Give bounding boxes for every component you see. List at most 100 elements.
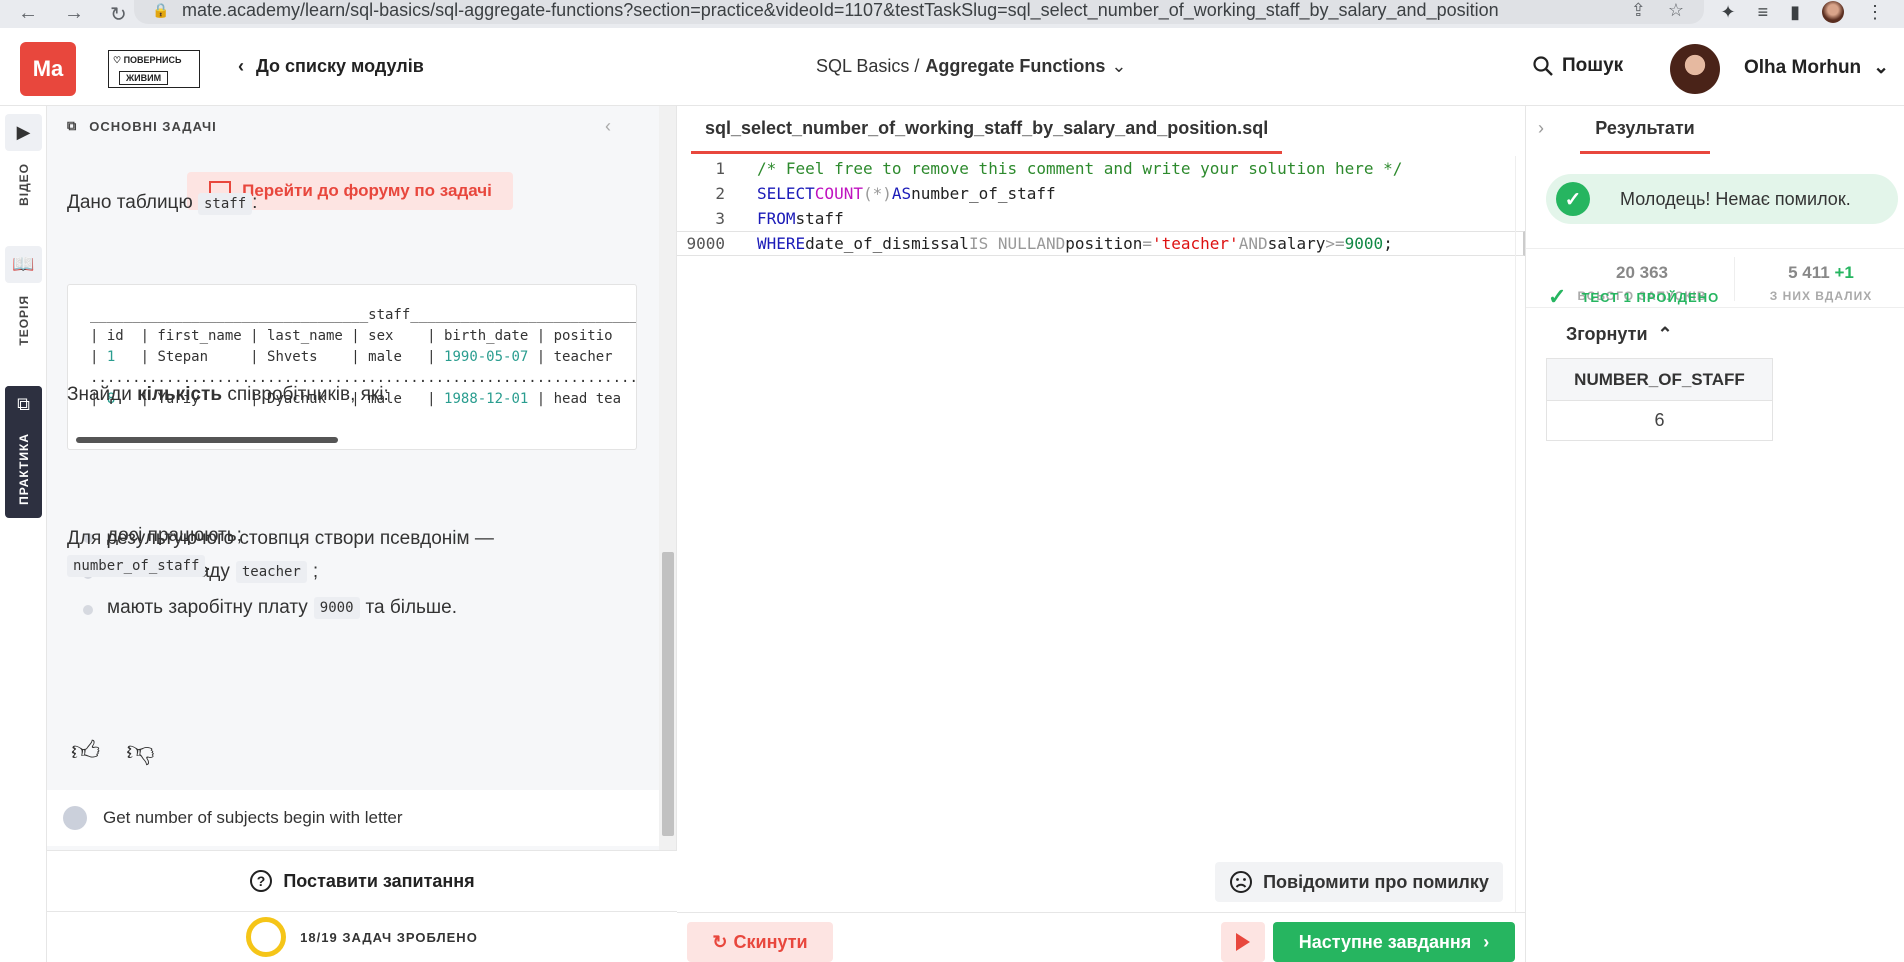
ask-question-button[interactable]: ? Поставити запитання (47, 850, 677, 912)
test-passed: ✓ ТЕСТ 1 ПРОЙДЕНО (1548, 284, 1719, 310)
breadcrumb[interactable]: SQL Basics / Aggregate Functions ⌄ (816, 56, 1126, 77)
rail-video[interactable]: ▶ ВІДЕО (5, 114, 42, 206)
heart-icon: ♡ ПОВЕРНИСЬ (113, 55, 182, 65)
reset-label: Скинути (733, 931, 808, 952)
user-menu[interactable]: Olha Morhun ⌄ (1744, 56, 1889, 79)
chevron-right-icon: › (1483, 931, 1490, 952)
kw-and: AND (1238, 234, 1268, 253)
num-9000: 9000 (1344, 234, 1384, 253)
run-button[interactable] (1221, 922, 1265, 962)
thumbs-down-icon[interactable]: 👎︎ (126, 734, 154, 768)
tab-results[interactable]: Результати (1580, 106, 1710, 154)
scrollbar-thumb[interactable] (662, 552, 674, 836)
extensions-area: ✦ ≡ ▮ ⋮ (1720, 0, 1884, 24)
search-button[interactable]: Пошук (1532, 55, 1623, 77)
code-line[interactable]: 1 /* Feel free to remove this comment and… (677, 156, 1525, 181)
file-tab[interactable]: sql_select_number_of_working_staff_by_sa… (691, 106, 1283, 154)
given-prefix: Дано таблицю (67, 192, 193, 213)
povernys-zhyvym-badge[interactable]: ♡ ПОВЕРНИСЬ ЖИВИМ (108, 50, 200, 88)
row1-date: 1990-05-07 (444, 349, 529, 365)
rail-practice[interactable]: ⧉ ПРАКТИКА (5, 386, 42, 518)
forum-label: Перейти до форуму по задачі (242, 181, 492, 200)
next-task-item[interactable]: Get number of subjects begin with letter (47, 790, 659, 846)
col-position: position (1065, 234, 1143, 253)
thumbs-up-icon[interactable]: 👍︎ (71, 734, 100, 768)
task-status-icon (63, 806, 87, 830)
star-icon[interactable]: ☆ (1668, 0, 1684, 21)
given-text: Дано таблицю staff: (67, 192, 258, 215)
task-scrollbar[interactable] (659, 106, 676, 850)
browser-nav: ← → ↻ (0, 2, 134, 27)
editor-footer: ↻ Скинути Наступне завдання › (677, 912, 1525, 962)
results-panel: › Результати ✓ Молодець! Немає помилок. … (1525, 106, 1904, 962)
breadcrumb-module: Aggregate Functions (925, 56, 1106, 76)
reset-button[interactable]: ↻ Скинути (687, 922, 833, 962)
forward-arrow-icon[interactable]: → (64, 2, 84, 27)
address-bar[interactable]: 🔒 mate.academy/learn/sql-basics/sql-aggr… (134, 0, 1704, 24)
lock-icon[interactable]: 🔒 (152, 2, 169, 18)
check-circle-icon: ✓ (1556, 182, 1590, 216)
editor-scrollbar[interactable] (1515, 156, 1525, 912)
play-icon (1236, 933, 1250, 951)
kw-isnull: IS NULL (968, 234, 1037, 253)
profile-avatar-icon[interactable] (1822, 1, 1844, 23)
code-area[interactable]: 1 /* Feel free to remove this comment and… (677, 156, 1525, 256)
chevron-left-icon: ‹ (238, 56, 244, 76)
collapse-label: Згорнути (1566, 324, 1648, 344)
staff-table-preview[interactable]: _________________________________staff__… (67, 284, 637, 450)
url-text[interactable]: mate.academy/learn/sql-basics/sql-aggreg… (182, 0, 1499, 21)
extensions-icon[interactable]: ✦ (1720, 2, 1735, 23)
given-suffix: : (252, 192, 258, 213)
horizontal-scrollbar[interactable] (76, 437, 338, 443)
alias-text: Для результуючого стовпця створи псевдон… (67, 526, 494, 579)
next-task-label: Get number of subjects begin with letter (103, 808, 403, 827)
fn-args: (*) (862, 184, 892, 203)
code-comment: /* Feel free to remove this comment and … (757, 159, 1403, 178)
table-row: NUMBER_OF_STAFF (1546, 358, 1773, 401)
chevron-down-icon: ⌄ (1111, 56, 1127, 76)
back-arrow-icon[interactable]: ← (18, 2, 38, 27)
next-label: Наступне завдання (1298, 931, 1472, 952)
logo[interactable]: Ma (20, 42, 76, 96)
reload-icon[interactable]: ↻ (110, 2, 127, 27)
menu-dots-icon[interactable]: ⋮ (1866, 2, 1884, 23)
back-to-modules-link[interactable]: ‹ До списку модулів (238, 56, 424, 77)
collapse-button[interactable]: Згорнути ⌃ (1566, 324, 1673, 345)
feedback-buttons: 👍︎ 👎︎ (71, 734, 155, 768)
code-line[interactable]: 9000 WHERE date_of_dismissal IS NULL AND … (677, 231, 1525, 256)
book-icon: 📖 (5, 246, 42, 283)
code-line[interactable]: 3 FROM staff (677, 206, 1525, 231)
stat-successful: 5 411 +1 З НИХ ВДАЛИХ (1746, 263, 1896, 303)
report-error-button[interactable]: Повідомити про помилку (1215, 862, 1503, 902)
find-bold: кількість (137, 384, 223, 405)
sad-face-icon (1230, 871, 1253, 893)
op-ge: >= (1325, 234, 1345, 253)
table-title-line: _________________________________staff__… (90, 307, 637, 323)
badge-line1: ПОВЕРНИСЬ (123, 55, 182, 65)
share-icon[interactable]: ⇪ (1631, 0, 1646, 21)
collapse-panel-icon[interactable]: ‹ (605, 116, 611, 137)
stat-successful-value: 5 411 +1 (1746, 263, 1896, 283)
row8-date: 1988-12-01 (444, 391, 529, 407)
semicolon: ; (1383, 234, 1393, 253)
given-table-code: staff (197, 193, 253, 215)
ask-question-label: Поставити запитання (283, 870, 475, 891)
refresh-icon: ↻ (712, 931, 728, 952)
next-task-button[interactable]: Наступне завдання › (1273, 922, 1515, 962)
playlist-icon[interactable]: ≡ (1758, 2, 1769, 23)
kw-where: WHERE (757, 234, 806, 253)
stat-successful-label: З НИХ ВДАЛИХ (1769, 289, 1873, 303)
table-header-row: | id | first_name | last_name | sex | bi… (90, 328, 613, 344)
left-rail: ▶ ВІДЕО 📖 ТЕОРІЯ ⧉ ПРАКТИКА (0, 106, 47, 962)
line-number: 2 (715, 184, 725, 203)
avatar[interactable] (1670, 44, 1720, 94)
kw-and: AND (1036, 234, 1066, 253)
table-row: 6 (1547, 401, 1773, 441)
expand-panel-icon[interactable]: › (1538, 118, 1544, 139)
find-text: Знайди кількість співробітників, які: (67, 384, 389, 406)
code-line[interactable]: 2 SELECT COUNT (*) AS number_of_staff (677, 181, 1525, 206)
question-icon: ? (250, 870, 273, 892)
fn-count: COUNT (814, 184, 863, 203)
sidebar-icon[interactable]: ▮ (1790, 2, 1800, 23)
rail-theory[interactable]: 📖 ТЕОРІЯ (5, 246, 42, 346)
